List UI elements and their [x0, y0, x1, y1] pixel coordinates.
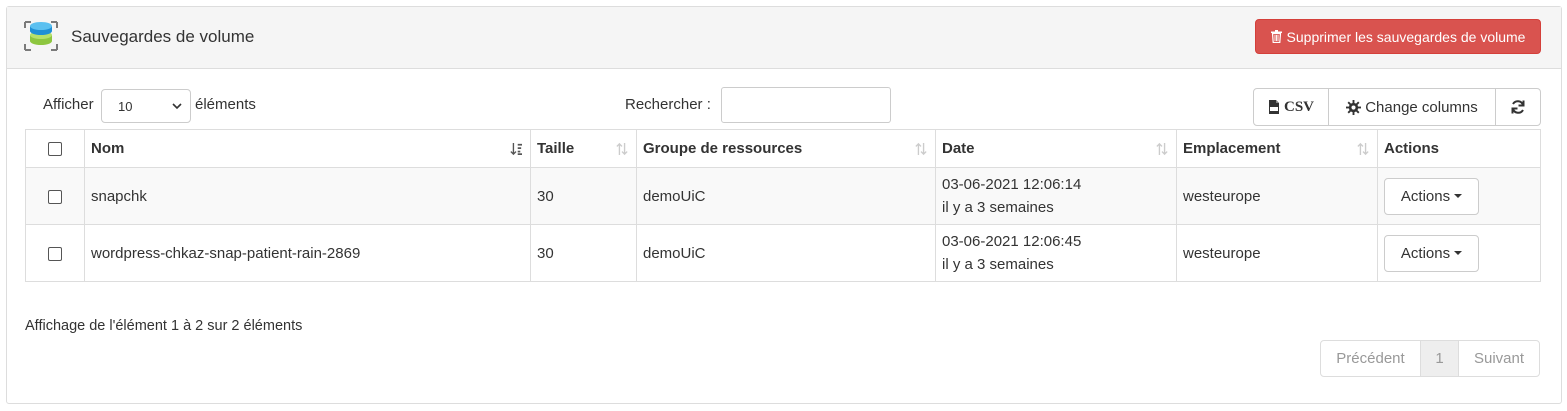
table-row: snapchk 30 demoUiC 03-06-2021 12:06:14 i… — [25, 167, 1541, 225]
actions-dropdown-button[interactable]: Actions — [1384, 177, 1479, 215]
cell-emplacement: westeurope — [1176, 224, 1378, 282]
column-header-actions: Actions — [1377, 129, 1541, 168]
cell-actions: Actions — [1377, 224, 1541, 282]
cell-groupe: demoUiC — [636, 224, 936, 282]
date-absolute: 03-06-2021 12:06:45 — [942, 233, 1082, 250]
column-label: Nom — [91, 140, 125, 157]
column-header-emplacement[interactable]: Emplacement — [1176, 129, 1378, 168]
page-number-button[interactable]: 1 — [1420, 340, 1459, 377]
volume-backups-panel: Sauvegardes de volume Supprimer les sauv… — [6, 6, 1562, 404]
table-header-row: Nom Taille Groupe de ressources Date Emp… — [25, 129, 1541, 168]
column-label: Date — [942, 140, 975, 157]
delete-button-label: Supprimer les sauvegardes de volume — [1286, 28, 1526, 45]
csv-export-button[interactable]: CSV — [1253, 88, 1329, 126]
date-relative: il y a 3 semaines — [942, 256, 1054, 273]
cell-taille: 30 — [530, 224, 637, 282]
column-label: Groupe de ressources — [643, 140, 803, 157]
column-header-groupe[interactable]: Groupe de ressources — [636, 129, 936, 168]
column-label: Emplacement — [1183, 140, 1281, 157]
backups-table: Nom Taille Groupe de ressources Date Emp… — [25, 129, 1541, 282]
table-tools: CSV Change columns — [1253, 88, 1541, 126]
page-title: Sauvegardes de volume — [71, 27, 255, 46]
trash-icon — [1270, 30, 1282, 43]
length-label: Afficher — [43, 96, 94, 113]
row-select-cell — [25, 167, 85, 225]
refresh-icon — [1511, 100, 1525, 114]
column-header-nom[interactable]: Nom — [84, 129, 531, 168]
change-columns-button[interactable]: Change columns — [1328, 88, 1496, 126]
csv-label: CSV — [1283, 98, 1314, 115]
sort-icon — [616, 142, 628, 156]
cell-nom: wordpress-chkaz-snap-patient-rain-2869 — [84, 224, 531, 282]
cell-date: 03-06-2021 12:06:14 il y a 3 semaines — [935, 167, 1177, 225]
search-input[interactable] — [721, 87, 891, 123]
select-all-checkbox[interactable] — [48, 142, 62, 157]
refresh-button[interactable] — [1495, 88, 1541, 126]
length-suffix: éléments — [195, 96, 256, 113]
next-page-button[interactable]: Suivant — [1458, 340, 1540, 377]
table-row: wordpress-chkaz-snap-patient-rain-2869 3… — [25, 224, 1541, 282]
date-relative: il y a 3 semaines — [942, 199, 1054, 216]
page-length-select[interactable]: 10 — [101, 89, 191, 123]
sort-icon — [915, 142, 927, 156]
caret-down-icon — [1454, 194, 1463, 198]
volume-backup-icon — [24, 21, 58, 51]
previous-page-button[interactable]: Précédent — [1320, 340, 1421, 377]
cell-date: 03-06-2021 12:06:45 il y a 3 semaines — [935, 224, 1177, 282]
cell-groupe: demoUiC — [636, 167, 936, 225]
cell-actions: Actions — [1377, 167, 1541, 225]
column-label: Taille — [537, 140, 575, 157]
sort-icon — [1357, 142, 1369, 156]
column-header-date[interactable]: Date — [935, 129, 1177, 168]
search-label: Rechercher : — [625, 96, 711, 113]
chevron-down-icon — [172, 103, 182, 110]
sort-desc-icon — [510, 143, 522, 156]
date-absolute: 03-06-2021 12:06:14 — [942, 176, 1082, 193]
change-columns-label: Change columns — [1365, 98, 1478, 116]
actions-label: Actions — [1400, 244, 1451, 262]
caret-down-icon — [1454, 251, 1463, 255]
cell-nom: snapchk — [84, 167, 531, 225]
row-checkbox[interactable] — [48, 246, 62, 261]
panel-heading: Sauvegardes de volume Supprimer les sauv… — [7, 7, 1561, 69]
column-header-taille[interactable]: Taille — [530, 129, 637, 168]
table-info: Affichage de l'élément 1 à 2 sur 2 éléme… — [25, 318, 303, 334]
csv-file-icon — [1268, 100, 1279, 114]
page-length-value: 10 — [118, 98, 133, 114]
select-all-header — [25, 129, 85, 168]
column-label: Actions — [1384, 140, 1440, 157]
pagination: Précédent 1 Suivant — [1320, 340, 1540, 377]
row-checkbox[interactable] — [48, 189, 62, 204]
delete-backups-button[interactable]: Supprimer les sauvegardes de volume — [1255, 19, 1541, 54]
cell-emplacement: westeurope — [1176, 167, 1378, 225]
gear-icon — [1346, 99, 1362, 115]
actions-dropdown-button[interactable]: Actions — [1384, 234, 1479, 272]
cell-taille: 30 — [530, 167, 637, 225]
actions-label: Actions — [1400, 187, 1451, 205]
sort-icon — [1156, 142, 1168, 156]
row-select-cell — [25, 224, 85, 282]
